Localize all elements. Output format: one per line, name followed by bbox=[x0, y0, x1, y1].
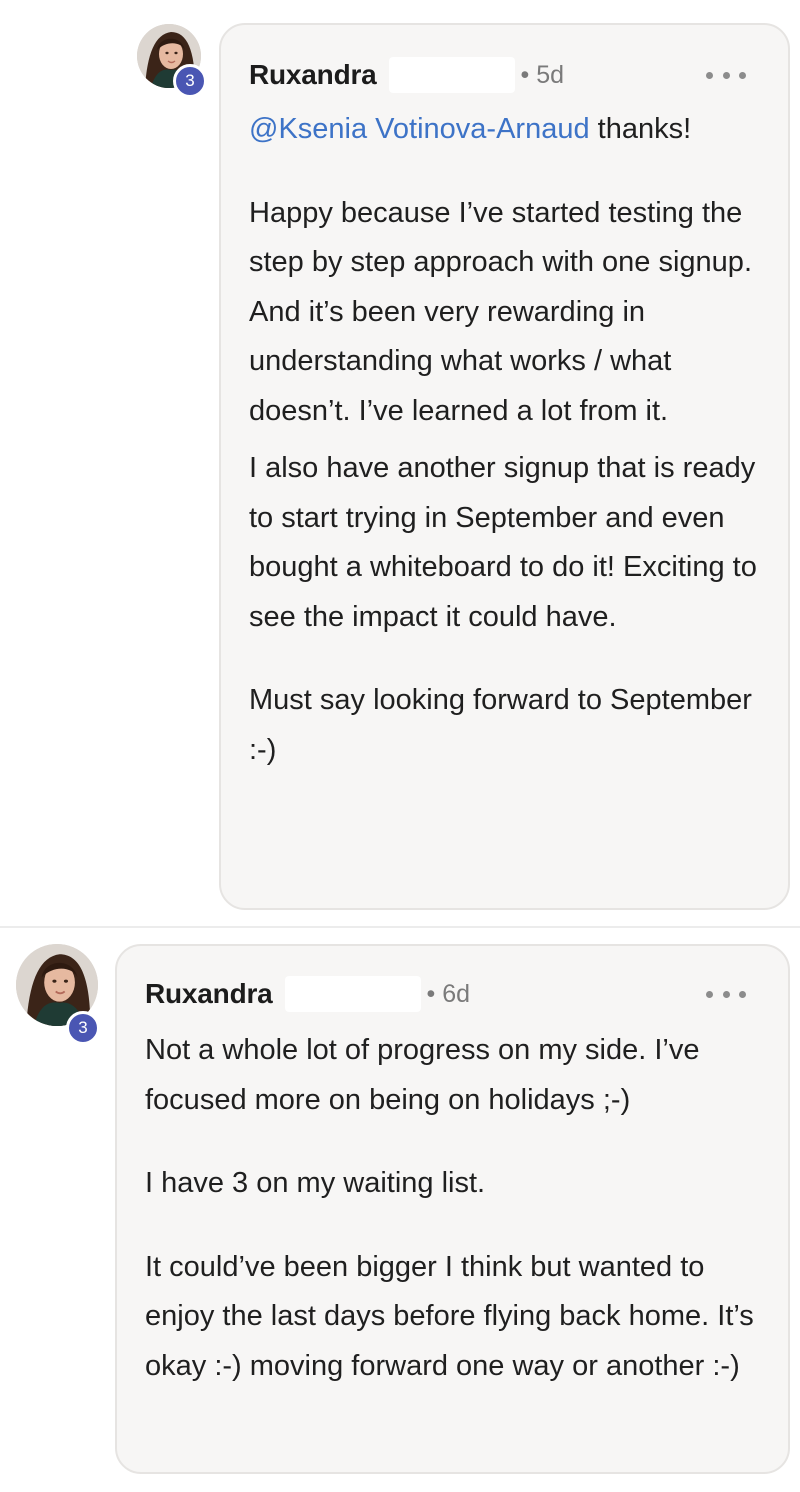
comment-2: 3 Ruxandra • 6d Not a whole lot of progr… bbox=[0, 930, 800, 1492]
mention-line: @Ksenia Votinova-Arnaud thanks! bbox=[249, 105, 769, 155]
author-row: Ruxandra • 6d bbox=[145, 974, 470, 1014]
author-row: Ruxandra • 5d bbox=[249, 55, 564, 95]
timestamp: • 6d bbox=[427, 980, 471, 1009]
separator-dot: • bbox=[520, 60, 530, 89]
comment-paragraph: Happy because I’ve started testing the s… bbox=[249, 196, 752, 427]
comment-paragraph: Must say looking forward to September :-… bbox=[249, 684, 752, 766]
timestamp-value: 6d bbox=[442, 979, 471, 1008]
more-horizontal-icon bbox=[739, 990, 746, 998]
comment-1: 3 Ruxandra • 5d @Ksenia Votinova-Arnaud … bbox=[0, 0, 800, 920]
comment-paragraph: I also have another signup that is ready… bbox=[249, 452, 757, 633]
separator-dot: • bbox=[426, 979, 436, 1008]
more-options-button[interactable] bbox=[706, 984, 746, 1004]
comment-divider bbox=[0, 926, 800, 928]
more-options-button[interactable] bbox=[706, 65, 746, 85]
comment-body: Not a whole lot of progress on my side. … bbox=[145, 1026, 765, 1391]
comment-bubble: Ruxandra • 6d Not a whole lot of progres… bbox=[115, 944, 790, 1474]
more-horizontal-icon bbox=[739, 71, 746, 79]
comment-paragraph: Not a whole lot of progress on my side. … bbox=[145, 1034, 700, 1116]
redaction-box bbox=[284, 976, 421, 1012]
comment-bubble: Ruxandra • 5d @Ksenia Votinova-Arnaud th… bbox=[219, 23, 790, 910]
author-name[interactable]: Ruxandra bbox=[249, 59, 377, 91]
more-horizontal-icon bbox=[706, 71, 713, 79]
user-mention-link[interactable]: @Ksenia Votinova-Arnaud bbox=[249, 113, 590, 145]
author-name[interactable]: Ruxandra bbox=[145, 978, 273, 1010]
comment-body: @Ksenia Votinova-Arnaud thanks! Happy be… bbox=[249, 105, 769, 775]
redaction-box bbox=[388, 57, 515, 93]
timestamp: • 5d bbox=[521, 61, 565, 90]
level-badge: 3 bbox=[173, 64, 207, 98]
mention-suffix: thanks! bbox=[589, 113, 692, 145]
comment-paragraph: It could’ve been bigger I think but want… bbox=[145, 1250, 754, 1382]
comment-1-avatar-wrap[interactable]: 3 bbox=[137, 24, 217, 104]
comment-paragraph: I have 3 on my waiting list. bbox=[145, 1167, 486, 1199]
timestamp-value: 5d bbox=[536, 60, 565, 89]
level-badge: 3 bbox=[66, 1011, 100, 1045]
more-horizontal-icon bbox=[706, 990, 713, 998]
comment-2-avatar-wrap[interactable]: 3 bbox=[16, 944, 106, 1045]
more-horizontal-icon bbox=[722, 990, 730, 998]
more-horizontal-icon bbox=[722, 71, 730, 79]
